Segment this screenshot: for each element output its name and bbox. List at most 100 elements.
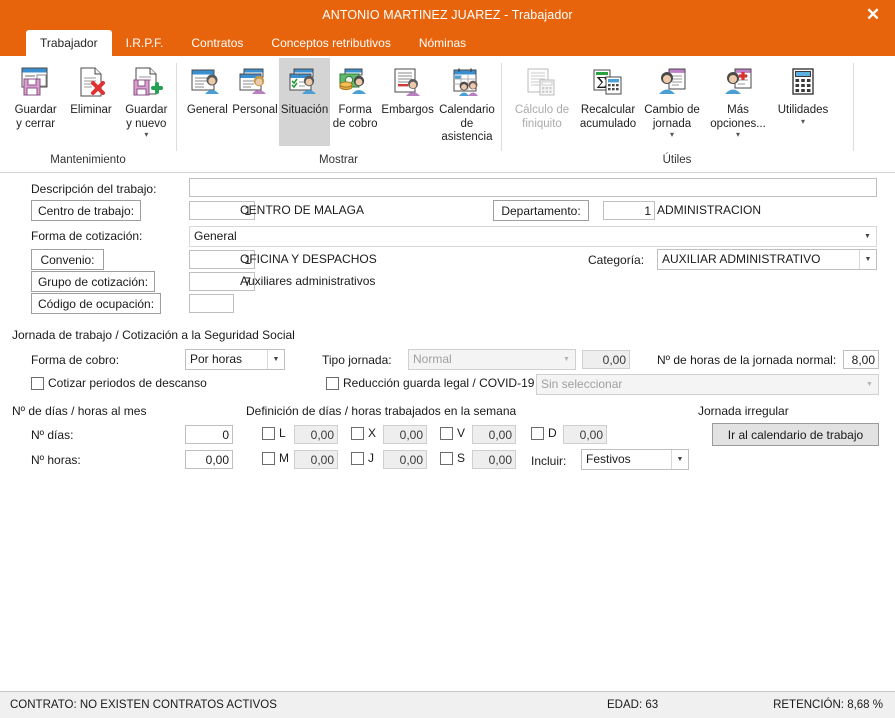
numero-dias-input[interactable] (185, 425, 233, 444)
chevron-down-icon[interactable]: ▼ (558, 350, 575, 369)
save-close-icon (15, 62, 57, 102)
ribbon-toolbar: Guardar y cerrar Eliminar Guardar y nuev… (0, 56, 895, 173)
week-day-key-V: V (457, 426, 466, 440)
codigo-de-ocupacion-input[interactable] (189, 294, 234, 313)
grupo-de-cotizacion-button[interactable]: Grupo de cotización: (31, 271, 155, 292)
week-day-key-M: M (279, 451, 289, 465)
week-day-checkbox-X[interactable]: X (351, 426, 376, 440)
ribbon-group-empty (853, 58, 893, 172)
week-day-value-L[interactable] (294, 425, 338, 444)
forma-de-cobro-button[interactable]: Forma de cobro (330, 58, 381, 146)
cotizar-periodos-descanso-checkbox[interactable]: Cotizar periodos de descanso (31, 376, 207, 390)
situacion-button[interactable]: Situación (279, 58, 330, 146)
tab-contratos[interactable]: Contratos (177, 30, 257, 56)
numero-horas-input[interactable] (185, 450, 233, 469)
week-day-checkbox-V[interactable]: V (440, 426, 465, 440)
chevron-down-icon[interactable]: ▼ (267, 350, 284, 369)
personal-button[interactable]: Personal (231, 58, 280, 146)
categoria-combo[interactable]: AUXILIAR ADMINISTRATIVO ▼ (657, 249, 877, 270)
chevron-down-icon[interactable]: ▾ (736, 131, 740, 139)
incluir-value: Festivos (586, 452, 631, 466)
chevron-down-icon[interactable]: ▾ (801, 117, 805, 126)
calendario-de-asistencia-button[interactable]: Calendario de asistencia (435, 58, 499, 146)
week-day-value-X[interactable] (383, 425, 427, 444)
week-day-value-S[interactable] (472, 450, 516, 469)
checkbox-box (262, 426, 275, 440)
calculo-de-finiquito-label: Cálculo de finiquito (514, 104, 570, 130)
week-day-checkbox-S[interactable]: S (440, 451, 465, 465)
forma-de-cotizacion-combo[interactable]: General ▼ (189, 226, 877, 247)
cambio-de-jornada-button[interactable]: Cambio de jornada ▾ (641, 58, 703, 146)
mas-opciones-button[interactable]: Más opciones... ▾ (703, 58, 773, 146)
chevron-down-icon[interactable]: ▼ (861, 375, 878, 394)
ribbon-group-label-mantenimiento: Mantenimiento (50, 154, 126, 166)
chevron-down-icon[interactable]: ▼ (671, 450, 688, 469)
forma-de-cobro-label: Forma de cobro (332, 104, 378, 130)
week-day-value-D[interactable] (563, 425, 607, 444)
tab-trabajador[interactable]: Trabajador (26, 30, 112, 56)
general-button[interactable]: General (184, 58, 231, 146)
guardar-y-nuevo-button[interactable]: Guardar y nuevo ▾ (119, 58, 174, 146)
grupo-de-cotizacion-name: Auxiliares administrativos (240, 274, 376, 288)
utilidades-button[interactable]: Utilidades ▾ (773, 58, 833, 146)
incluir-label: Incluir: (531, 454, 567, 468)
chevron-down-icon[interactable]: ▾ (670, 131, 674, 139)
calculo-de-finiquito-button: Cálculo de finiquito (509, 58, 575, 146)
embargos-button[interactable]: Embargos (380, 58, 434, 146)
tab-irpf[interactable]: I.R.P.F. (112, 30, 178, 56)
recalcular-acumulado-button[interactable]: Σ Recalcular acumulado (575, 58, 641, 146)
status-edad: EDAD: 63 (607, 699, 659, 711)
departamento-code-input[interactable] (603, 201, 655, 220)
close-icon[interactable]: ✕ (859, 0, 887, 28)
personal-label: Personal (232, 104, 278, 116)
status-contrato: CONTRATO: NO EXISTEN CONTRATOS ACTIVOS (10, 699, 277, 711)
reduccion-guarda-legal-combo[interactable]: Sin seleccionar ▼ (536, 374, 879, 395)
checkbox-box (31, 376, 44, 390)
jornada-de-trabajo-section-label: Jornada de trabajo / Cotización a la Seg… (12, 328, 295, 342)
tipo-jornada-combo[interactable]: Normal ▼ (408, 349, 576, 370)
categoria-label: Categoría: (588, 253, 645, 267)
convenio-button[interactable]: Convenio: (31, 249, 104, 270)
save-new-icon (125, 62, 167, 102)
week-day-checkbox-L[interactable]: L (262, 426, 286, 440)
incluir-combo[interactable]: Festivos ▼ (581, 449, 689, 470)
dias-horas-al-mes-section-label: Nº de días / horas al mes (12, 404, 147, 418)
embargos-label: Embargos (381, 104, 434, 116)
tipo-jornada-label: Tipo jornada: (322, 353, 392, 367)
descripcion-del-trabajo-input[interactable] (189, 178, 877, 197)
tab-conceptos-retributivos[interactable]: Conceptos retributivos (257, 30, 404, 56)
cambio-de-jornada-label: Cambio de jornada (644, 104, 700, 130)
codigo-de-ocupacion-button[interactable]: Código de ocupación: (31, 293, 161, 314)
departamento-button[interactable]: Departamento: (493, 200, 589, 221)
week-day-checkbox-J[interactable]: J (351, 451, 374, 465)
chevron-down-icon[interactable]: ▼ (859, 250, 876, 269)
week-day-value-V[interactable] (472, 425, 516, 444)
week-day-checkbox-M[interactable]: M (262, 451, 289, 465)
numero-dias-label: Nº días: (31, 428, 74, 442)
form-area: Descripción del trabajo: Centro de traba… (0, 173, 895, 691)
centro-de-trabajo-button[interactable]: Centro de trabajo: (31, 200, 141, 221)
tab-nominas[interactable]: Nóminas (405, 30, 480, 56)
svg-text:Σ: Σ (596, 74, 607, 92)
checkbox-box (326, 376, 339, 390)
week-day-value-J[interactable] (383, 450, 427, 469)
week-day-key-L: L (279, 426, 286, 440)
chevron-down-icon[interactable]: ▼ (859, 227, 876, 246)
ir-al-calendario-de-trabajo-button[interactable]: Ir al calendario de trabajo (712, 423, 879, 446)
eliminar-button[interactable]: Eliminar (63, 58, 118, 146)
forma-de-cobro-combo[interactable]: Por horas ▼ (185, 349, 285, 370)
guardar-y-nuevo-label: Guardar y nuevo (125, 104, 168, 130)
guardar-y-cerrar-button[interactable]: Guardar y cerrar (8, 58, 63, 146)
reduccion-guarda-legal-label: Reducción guarda legal / COVID-19 (343, 376, 535, 390)
week-day-value-M[interactable] (294, 450, 338, 469)
numero-horas-jornada-normal-input[interactable] (843, 350, 879, 369)
categoria-value: AUXILIAR ADMINISTRATIVO (662, 252, 821, 266)
chevron-down-icon[interactable]: ▾ (144, 131, 148, 139)
recalcular-acumulado-label: Recalcular acumulado (579, 104, 637, 130)
ribbon-group-label-utiles: Útiles (662, 154, 692, 166)
week-day-checkbox-D[interactable]: D (531, 426, 557, 440)
tipo-jornada-numero-input[interactable] (582, 350, 630, 369)
reduccion-guarda-legal-checkbox[interactable]: Reducción guarda legal / COVID-19 (326, 376, 534, 390)
status-bar: CONTRATO: NO EXISTEN CONTRATOS ACTIVOS E… (0, 691, 895, 718)
general-label: General (186, 104, 228, 116)
